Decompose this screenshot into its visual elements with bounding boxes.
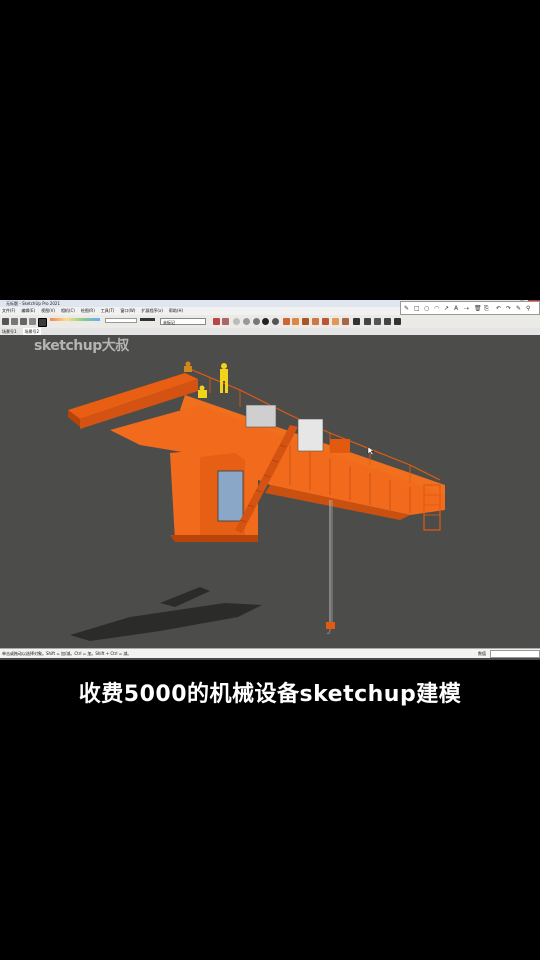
eraser-tool-icon[interactable]: [11, 318, 18, 325]
scene-tab-2[interactable]: 场景号2: [22, 328, 42, 335]
pin-icon[interactable]: ⚲: [526, 305, 530, 312]
layer-value: 未标记: [163, 320, 175, 325]
edit-icon[interactable]: ✎: [516, 305, 521, 312]
trash-icon[interactable]: 🗑: [474, 305, 482, 312]
status-message: 单击或拖动以选择对象。Shift = 加/减。Ctrl = 加。Shift + …: [2, 651, 132, 656]
monochrome-icon[interactable]: [272, 318, 279, 325]
worker-figure: [198, 385, 207, 398]
window-title: 无标题 - SketchUp Pro 2021: [6, 301, 60, 306]
camera-icon[interactable]: [364, 318, 371, 325]
wireframe-icon[interactable]: [243, 318, 250, 325]
status-bar: 单击或拖动以选择对象。Shift = 加/减。Ctrl = 加。Shift + …: [0, 648, 540, 658]
style-icon[interactable]: [213, 318, 220, 325]
model-viewport[interactable]: sketchup大叔: [0, 335, 540, 648]
menu-tools[interactable]: 工具(T): [101, 307, 115, 315]
copy-icon[interactable]: ⎘: [484, 305, 489, 313]
cab-base: [170, 535, 258, 542]
hook-icon: [326, 628, 331, 634]
right-view-icon[interactable]: [312, 318, 319, 325]
menu-draw[interactable]: 绘图(R): [81, 307, 95, 315]
cab-window: [217, 470, 244, 522]
menu-help[interactable]: 帮助(H): [169, 307, 183, 315]
camera-icon[interactable]: [394, 318, 401, 325]
redo-icon[interactable]: ↷: [506, 305, 511, 312]
shaded-icon[interactable]: [262, 318, 269, 325]
left-view-icon[interactable]: [332, 318, 339, 325]
worker-figure: [220, 363, 228, 393]
layer-select[interactable]: 未标记: [160, 318, 206, 325]
style-icon[interactable]: [222, 318, 229, 325]
section-icon[interactable]: [353, 318, 360, 325]
hook-block: [326, 622, 335, 629]
date-slider[interactable]: [105, 318, 137, 323]
electrical-cabinet: [297, 418, 324, 452]
dimension-icon[interactable]: ⇢: [464, 305, 469, 312]
xray-icon[interactable]: [233, 318, 240, 325]
circle-icon[interactable]: ○: [424, 305, 429, 312]
electrical-cabinet: [245, 404, 277, 428]
menu-camera[interactable]: 相机(C): [61, 307, 75, 315]
menu-view[interactable]: 视图(V): [41, 307, 55, 315]
menu-file[interactable]: 文件(F): [2, 307, 15, 315]
hidden-line-icon[interactable]: [253, 318, 260, 325]
pencil-icon[interactable]: ✎: [404, 305, 409, 312]
back-view-icon[interactable]: [322, 318, 329, 325]
bottom-view-icon[interactable]: [342, 318, 349, 325]
menu-edit[interactable]: 编辑(E): [21, 307, 35, 315]
camera-icon[interactable]: [374, 318, 381, 325]
worker-figure: [184, 361, 192, 372]
paint-tool-icon[interactable]: [20, 318, 27, 325]
scene-tabs: 场景号1 场景号2: [0, 328, 540, 335]
arrow-icon[interactable]: ↗: [444, 305, 449, 312]
cursor-icon: [367, 446, 375, 456]
scene-tab-1[interactable]: 场景号1: [2, 328, 17, 335]
time-field[interactable]: [140, 318, 155, 321]
iso-view-icon[interactable]: [283, 318, 290, 325]
sketchup-window: 无标题 - SketchUp Pro 2021 – □ × 文件(F) 编辑(E…: [0, 300, 540, 660]
select-tool-icon[interactable]: [2, 318, 9, 325]
menu-extensions[interactable]: 扩展程序(x): [141, 307, 163, 315]
undo-icon[interactable]: ↶: [496, 305, 501, 312]
orbit-tool-icon[interactable]: [29, 318, 36, 325]
camera-icon[interactable]: [384, 318, 391, 325]
menu-bar: 文件(F) 编辑(E) 视图(V) 相机(C) 绘图(R) 工具(T) 窗口(W…: [0, 307, 402, 315]
rectangle-icon[interactable]: □: [414, 305, 420, 312]
shadow-toggle-icon[interactable]: [38, 318, 47, 327]
watermark: sketchup大叔: [34, 338, 129, 354]
measurement-input[interactable]: [490, 650, 540, 658]
arc-icon[interactable]: ◠: [434, 305, 439, 312]
drawing-toolbar: ✎ □ ○ ◠ ↗ A ⇢ 🗑 ⎘ ↶ ↷ ✎ ⚲: [400, 301, 540, 315]
video-caption: 收费5000的机械设备sketchup建模: [78, 682, 462, 707]
crane-model: [68, 361, 445, 641]
trolley: [330, 439, 350, 453]
measurement-label: 数值: [478, 651, 486, 656]
time-slider[interactable]: [50, 318, 100, 321]
model-shadow: [70, 603, 262, 641]
top-view-icon[interactable]: [292, 318, 299, 325]
front-view-icon[interactable]: [302, 318, 309, 325]
text-icon[interactable]: A: [454, 305, 458, 312]
main-toolbar: 未标记: [0, 315, 540, 329]
model-shadow: [160, 587, 210, 607]
menu-window[interactable]: 窗口(W): [120, 307, 135, 315]
